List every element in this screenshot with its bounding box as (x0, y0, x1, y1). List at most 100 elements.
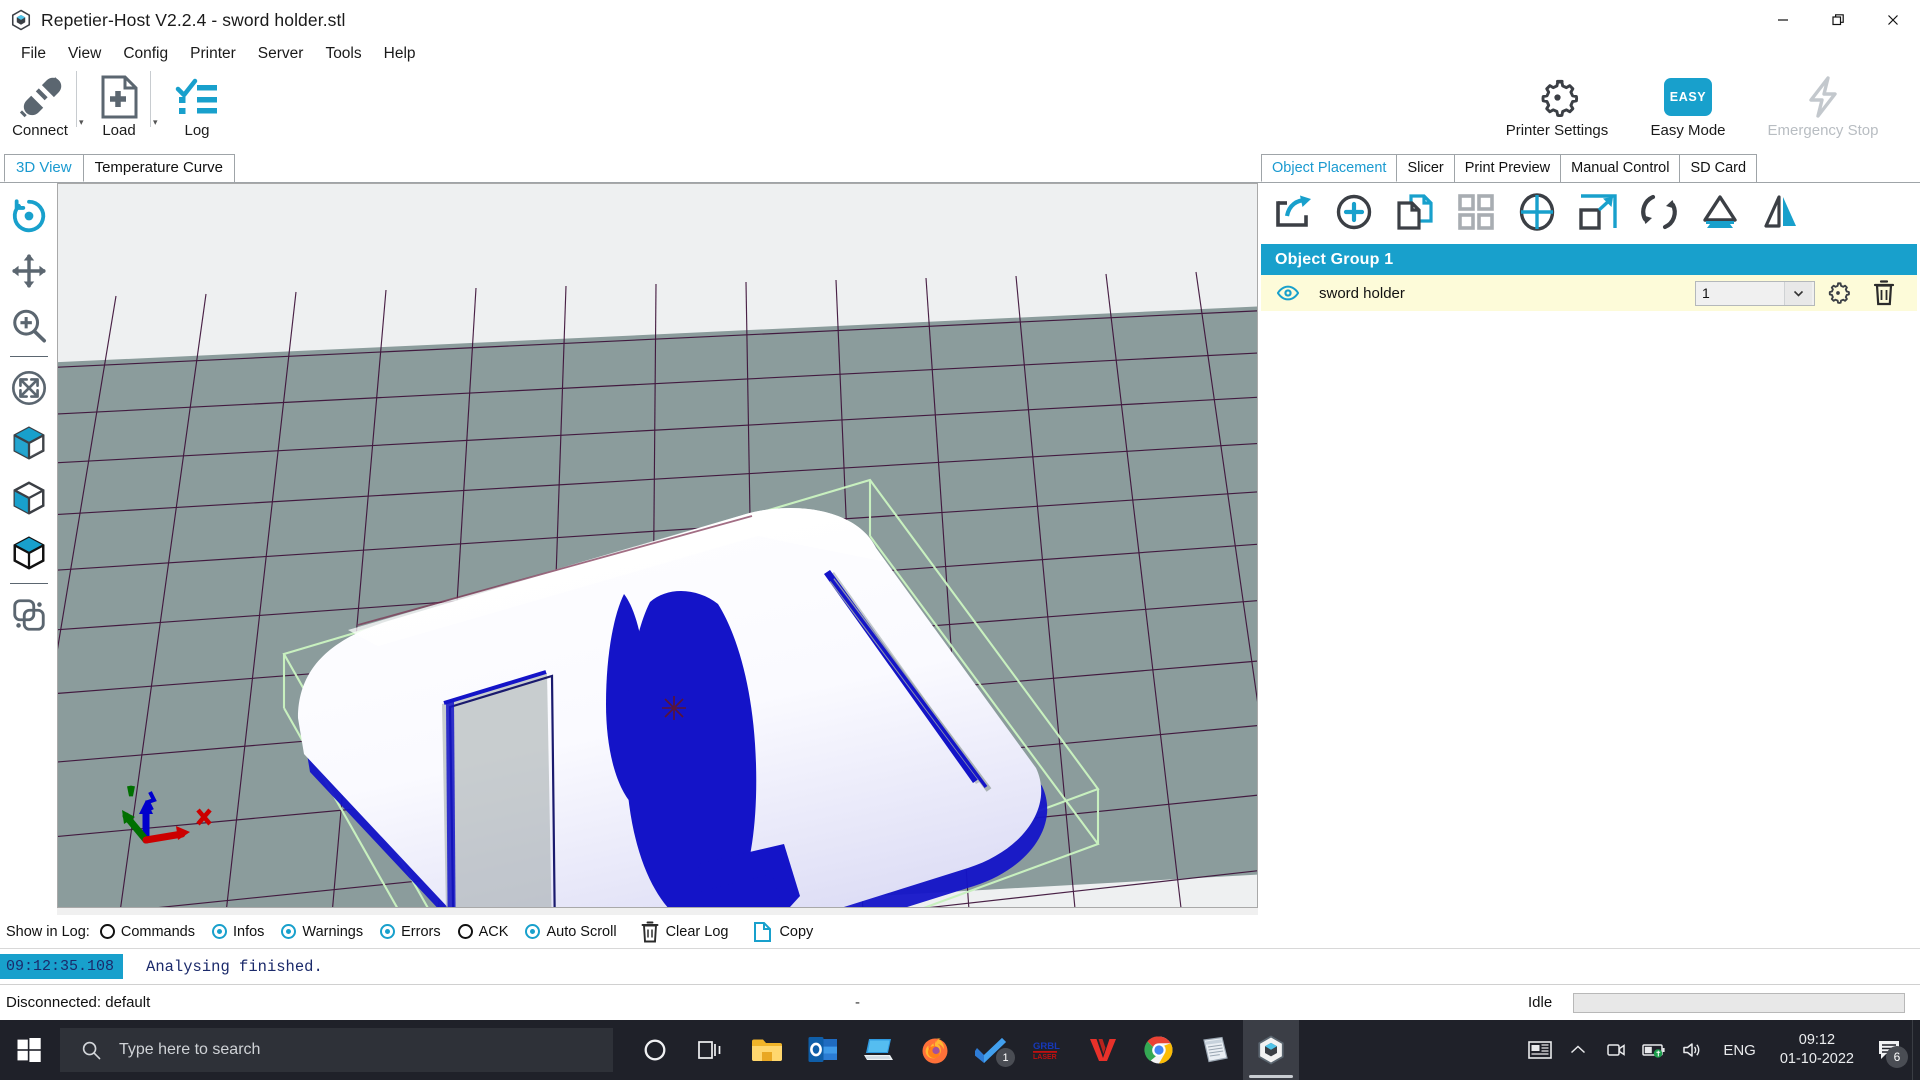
radio-errors-icon[interactable] (380, 924, 395, 939)
chevron-down-icon[interactable] (1784, 282, 1812, 305)
tab-manual-control[interactable]: Manual Control (1560, 154, 1680, 182)
radio-commands-icon[interactable] (100, 924, 115, 939)
view-side-tool[interactable] (0, 470, 57, 525)
close-button[interactable] (1865, 0, 1920, 40)
table-row[interactable]: sword holder (1261, 275, 1917, 311)
filter-auto-scroll[interactable]: Auto Scroll (525, 924, 616, 940)
repetier-host-icon[interactable] (1243, 1020, 1299, 1080)
menu-config[interactable]: Config (112, 42, 179, 66)
connect-dropdown-arrow[interactable]: ▾ (79, 117, 84, 128)
object-group-header[interactable]: Object Group 1 (1261, 244, 1917, 275)
eye-icon[interactable] (1277, 285, 1303, 301)
copy-object-icon[interactable] (1386, 185, 1444, 239)
notification-icon[interactable]: 6 (1866, 1020, 1912, 1080)
connect-button[interactable]: Connect (4, 67, 76, 139)
menu-view[interactable]: View (57, 42, 112, 66)
scale-to-fit-tool[interactable] (0, 360, 57, 415)
remote-desktop-icon[interactable] (851, 1020, 907, 1080)
add-object-import-icon[interactable] (1264, 185, 1322, 239)
filter-warnings[interactable]: Warnings (281, 924, 363, 940)
right-panel: Object Placement Slicer Print Preview Ma… (1258, 152, 1920, 915)
tab-object-placement[interactable]: Object Placement (1261, 154, 1397, 182)
windows-start-icon[interactable] (0, 1020, 58, 1080)
toggle-object-tool[interactable] (0, 587, 57, 642)
tab-sd-card[interactable]: SD Card (1679, 154, 1757, 182)
zoom-view-tool[interactable] (0, 298, 57, 353)
task-view-icon[interactable] (683, 1020, 739, 1080)
center-object-icon[interactable] (1508, 185, 1566, 239)
search-icon (82, 1041, 101, 1060)
camera-icon[interactable] (1597, 1020, 1635, 1080)
tab-print-preview[interactable]: Print Preview (1454, 154, 1561, 182)
chrome-icon[interactable] (1131, 1020, 1187, 1080)
object-placement-toolbar (1258, 183, 1920, 241)
file-explorer-icon[interactable] (739, 1020, 795, 1080)
show-hidden-icons-icon[interactable] (1559, 1020, 1597, 1080)
battery-icon[interactable] (1635, 1020, 1673, 1080)
restore-button[interactable] (1810, 0, 1865, 40)
notification-count-badge: 6 (1886, 1046, 1908, 1068)
radio-auto-scroll-icon[interactable] (525, 924, 540, 939)
emergency-stop-button[interactable]: Emergency Stop (1743, 67, 1903, 139)
viewport-horizontal-scrollbar[interactable] (57, 908, 1258, 915)
delete-object-trash-icon[interactable] (1861, 280, 1907, 306)
log-output[interactable]: 09:12:35.108 Analysing finished. (0, 948, 1920, 984)
object-settings-gear-icon[interactable] (1815, 280, 1861, 306)
menu-printer[interactable]: Printer (179, 42, 247, 66)
speaker-icon[interactable] (1673, 1020, 1711, 1080)
outlook-icon[interactable] (795, 1020, 851, 1080)
menu-tools[interactable]: Tools (314, 42, 372, 66)
filter-ack[interactable]: ACK (458, 924, 509, 940)
search-input[interactable]: Type here to search (60, 1028, 613, 1072)
minimize-button[interactable] (1755, 0, 1810, 40)
easy-mode-button[interactable]: EASY Easy Mode (1633, 67, 1743, 139)
tab-slicer[interactable]: Slicer (1396, 154, 1454, 182)
view-front-tool[interactable] (0, 415, 57, 470)
filter-commands-label: Commands (121, 924, 195, 940)
menu-help[interactable]: Help (373, 42, 427, 66)
clock[interactable]: 09:12 01-10-2022 (1768, 1031, 1866, 1069)
menu-file[interactable]: File (10, 42, 57, 66)
filter-commands[interactable]: Commands (100, 924, 195, 940)
radio-warnings-icon[interactable] (281, 924, 296, 939)
tab-temperature-curve[interactable]: Temperature Curve (83, 154, 235, 182)
radio-ack-icon[interactable] (458, 924, 473, 939)
rotate-object-icon[interactable] (1630, 185, 1688, 239)
menu-server[interactable]: Server (247, 42, 315, 66)
load-dropdown-arrow[interactable]: ▾ (153, 117, 158, 128)
log-entry-time: 09:12:35.108 (0, 954, 123, 979)
3d-viewport[interactable] (57, 183, 1258, 908)
mirror-object-icon[interactable] (1752, 185, 1810, 239)
log-button[interactable]: Log (166, 67, 228, 139)
language-indicator[interactable]: ENG (1711, 1042, 1768, 1059)
view-top-tool[interactable] (0, 525, 57, 580)
filter-errors[interactable]: Errors (380, 924, 440, 940)
scale-object-icon[interactable] (1569, 185, 1627, 239)
add-object-icon[interactable] (1325, 185, 1383, 239)
notepad-icon[interactable] (1187, 1020, 1243, 1080)
system-tray: ENG 09:12 01-10-2022 6 (1521, 1020, 1920, 1080)
load-button[interactable]: Load (88, 67, 150, 139)
grbl-laser-icon[interactable]: GRBL LASER (1019, 1020, 1075, 1080)
tab-3d-view[interactable]: 3D View (4, 154, 84, 182)
autoposition-icon[interactable] (1447, 185, 1505, 239)
log-filter-bar: Show in Log: Commands Infos Warnings Err… (0, 915, 1920, 948)
news-weather-icon[interactable] (1521, 1020, 1559, 1080)
copy-log-button[interactable]: Copy (746, 921, 813, 943)
copies-spinner[interactable] (1695, 281, 1815, 306)
filter-infos[interactable]: Infos (212, 924, 264, 940)
rotate-view-tool[interactable] (0, 188, 57, 243)
move-view-tool[interactable] (0, 243, 57, 298)
clear-log-button[interactable]: Clear Log (634, 921, 729, 943)
cortana-icon[interactable] (627, 1020, 683, 1080)
todo-icon[interactable]: 1 (963, 1020, 1019, 1080)
copies-input[interactable] (1696, 282, 1784, 305)
drop-object-icon[interactable] (1691, 185, 1749, 239)
plug-connect-icon (17, 73, 63, 121)
printer-settings-button[interactable]: Printer Settings (1481, 67, 1633, 139)
show-desktop-button[interactable] (1912, 1020, 1920, 1080)
firefox-icon[interactable] (907, 1020, 963, 1080)
wps-office-icon[interactable] (1075, 1020, 1131, 1080)
radio-infos-icon[interactable] (212, 924, 227, 939)
title-bar: Repetier-Host V2.2.4 - sword holder.stl (0, 0, 1920, 40)
